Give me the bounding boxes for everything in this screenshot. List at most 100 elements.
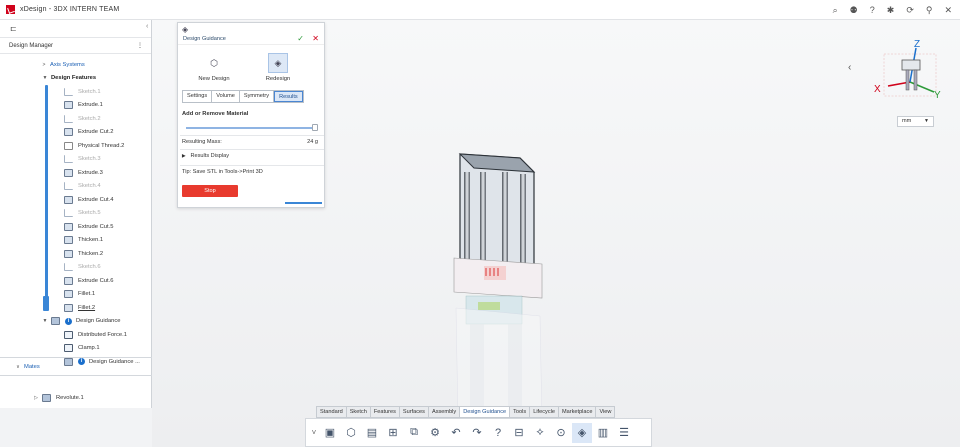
new-design-button[interactable]: ⬡ New Design (192, 53, 236, 83)
tree-item[interactable]: ▼ Design Features (0, 72, 151, 86)
unit-select[interactable]: mm ▼ (897, 116, 934, 127)
export-icon[interactable]: ☰ (614, 423, 634, 443)
expand-icon[interactable]: > (40, 62, 48, 68)
tree-item[interactable]: Sketch.3 (0, 153, 151, 167)
tree-item[interactable]: Fillet.1 (0, 288, 151, 302)
sketch-icon (64, 263, 73, 272)
tab-lifecycle[interactable]: Lifecycle (530, 407, 559, 417)
dialog-tabs: Settings Volume Symmetry Results (182, 90, 304, 103)
expand-icon[interactable]: ▼ (41, 318, 49, 324)
settings-icon[interactable]: ⚙ (425, 423, 445, 443)
measure-icon[interactable]: ⟡ (530, 423, 550, 443)
search-icon[interactable]: ⌕ (833, 5, 838, 16)
tab-surfaces[interactable]: Surfaces (400, 407, 429, 417)
close-icon[interactable]: ✕ (312, 34, 319, 43)
expand-icon[interactable]: ∨ (14, 364, 22, 370)
material-slider[interactable] (186, 124, 319, 131)
results-display-toggle[interactable]: ▶ Results Display (182, 153, 229, 159)
feature-icon (64, 276, 73, 285)
tree-item-revolute[interactable]: ▷ Revolute.1 (32, 391, 84, 405)
tab-design-guidance[interactable]: Design Guidance (460, 407, 511, 417)
tree-item[interactable]: Physical Thread.2 (0, 139, 151, 153)
top-toolbar: ⌕ ⚉ ? ✱ ⟳ ⚲ ✕ (833, 0, 952, 20)
tab-standard[interactable]: Standard (317, 407, 347, 417)
feature-tree: > Axis Systems ▼ Design Features Sketch.1 Ext… (0, 54, 151, 369)
compare-icon[interactable]: ▥ (593, 423, 613, 443)
collapse-toolbar-icon[interactable]: ˅ (309, 423, 319, 443)
tree-item[interactable]: Sketch.2 (0, 112, 151, 126)
chevron-left-icon[interactable]: ‹ (848, 62, 851, 73)
info-icon: i (65, 317, 72, 325)
tab-view[interactable]: View (596, 407, 614, 417)
tab-tools[interactable]: Tools (510, 407, 531, 417)
slider-thumb[interactable] (312, 124, 319, 131)
tree-item[interactable]: > Axis Systems (0, 58, 151, 72)
tree-item[interactable]: Sketch.5 (0, 207, 151, 221)
tree-item[interactable]: Sketch.6 (0, 261, 151, 275)
selection-icon[interactable]: ⊙ (551, 423, 571, 443)
tree-item[interactable]: Thicken.2 (0, 247, 151, 261)
tree-item[interactable]: Extrude Cut.2 (0, 126, 151, 140)
collapse-panel-icon[interactable]: ‹ (146, 23, 148, 30)
stop-button[interactable]: Stop (182, 185, 238, 197)
design-guidance-icon (64, 357, 73, 366)
tab-sketch[interactable]: Sketch (347, 407, 371, 417)
y-axis-label: Y (934, 90, 941, 100)
feature-icon (64, 222, 73, 231)
tree-item[interactable]: Extrude Cut.4 (0, 193, 151, 207)
design-guidance-study-icon[interactable]: ▣ (320, 423, 340, 443)
ok-check-icon[interactable]: ✓ (297, 34, 304, 43)
tab-marketplace[interactable]: Marketplace (559, 407, 597, 417)
divider (180, 149, 324, 150)
tree-item[interactable]: Extrude.3 (0, 166, 151, 180)
tab-volume[interactable]: Volume (212, 91, 240, 102)
tree-item[interactable]: Extrude Cut.5 (0, 220, 151, 234)
view-triad[interactable]: Z X Y (872, 36, 944, 100)
tab-results[interactable]: Results (274, 91, 303, 102)
feature-icon (64, 303, 73, 312)
settings-icon[interactable]: ✱ (887, 5, 895, 16)
3d-model[interactable] (450, 148, 550, 428)
panel-toolbar: ⊏ ‹ (0, 20, 151, 38)
tree-item-mates[interactable]: ∨ Mates (14, 360, 40, 374)
help-icon[interactable]: ? (488, 423, 508, 443)
tree-item[interactable]: Sketch.1 (0, 85, 151, 99)
sync-icon[interactable]: ⟳ (906, 5, 914, 16)
tree-view-icon[interactable]: ⊏ (10, 24, 17, 33)
expand-icon[interactable]: ▷ (32, 395, 40, 401)
tree-item[interactable]: Extrude.1 (0, 99, 151, 113)
tab-settings[interactable]: Settings (183, 91, 213, 102)
tab-assembly[interactable]: Assembly (429, 407, 461, 417)
tree-item[interactable]: Thicken.1 (0, 234, 151, 248)
dialog-title: Design Guidance (183, 36, 226, 42)
design-guidance-icon[interactable]: ◈ (572, 422, 592, 443)
help-icon[interactable]: ? (870, 5, 875, 15)
tab-symmetry[interactable]: Symmetry (239, 91, 275, 102)
undo-icon[interactable]: ↶ (446, 423, 466, 443)
pin-icon[interactable]: ⚲ (926, 5, 933, 16)
redo-icon[interactable]: ↷ (467, 423, 487, 443)
tree-item[interactable]: Extrude Cut.6 (0, 274, 151, 288)
y-axis-mark (909, 81, 935, 93)
panel-menu-icon[interactable]: ⋮ (137, 42, 143, 49)
user-icon[interactable]: ⚉ (850, 5, 858, 16)
load-icon[interactable]: ▤ (362, 423, 382, 443)
tab-features[interactable]: Features (371, 407, 400, 417)
tree-item[interactable]: ▼ i Design Guidance (0, 315, 151, 329)
mode-selector: ⬡ New Design ◈ Redesign (178, 53, 326, 85)
connection-icon[interactable]: ⧉ (404, 423, 424, 443)
tree-item[interactable]: Fillet.2 (0, 301, 151, 315)
app-logo-icon (6, 5, 15, 14)
restraint-icon[interactable]: ⊞ (383, 423, 403, 443)
tree-item[interactable]: Sketch.4 (0, 180, 151, 194)
tree-item[interactable]: Clamp.1 (0, 342, 151, 356)
redesign-button[interactable]: ◈ Redesign (256, 53, 300, 82)
timeline-handle[interactable] (43, 295, 49, 311)
expand-icon[interactable]: ▼ (41, 75, 49, 81)
feature-icon (64, 195, 73, 204)
preserved-region-icon[interactable]: ⬡ (341, 423, 361, 443)
smart-icon[interactable]: ⊟ (509, 423, 529, 443)
close-icon[interactable]: ✕ (944, 5, 952, 16)
unit-value: mm (902, 118, 912, 124)
tree-item[interactable]: Distributed Force.1 (0, 328, 151, 342)
